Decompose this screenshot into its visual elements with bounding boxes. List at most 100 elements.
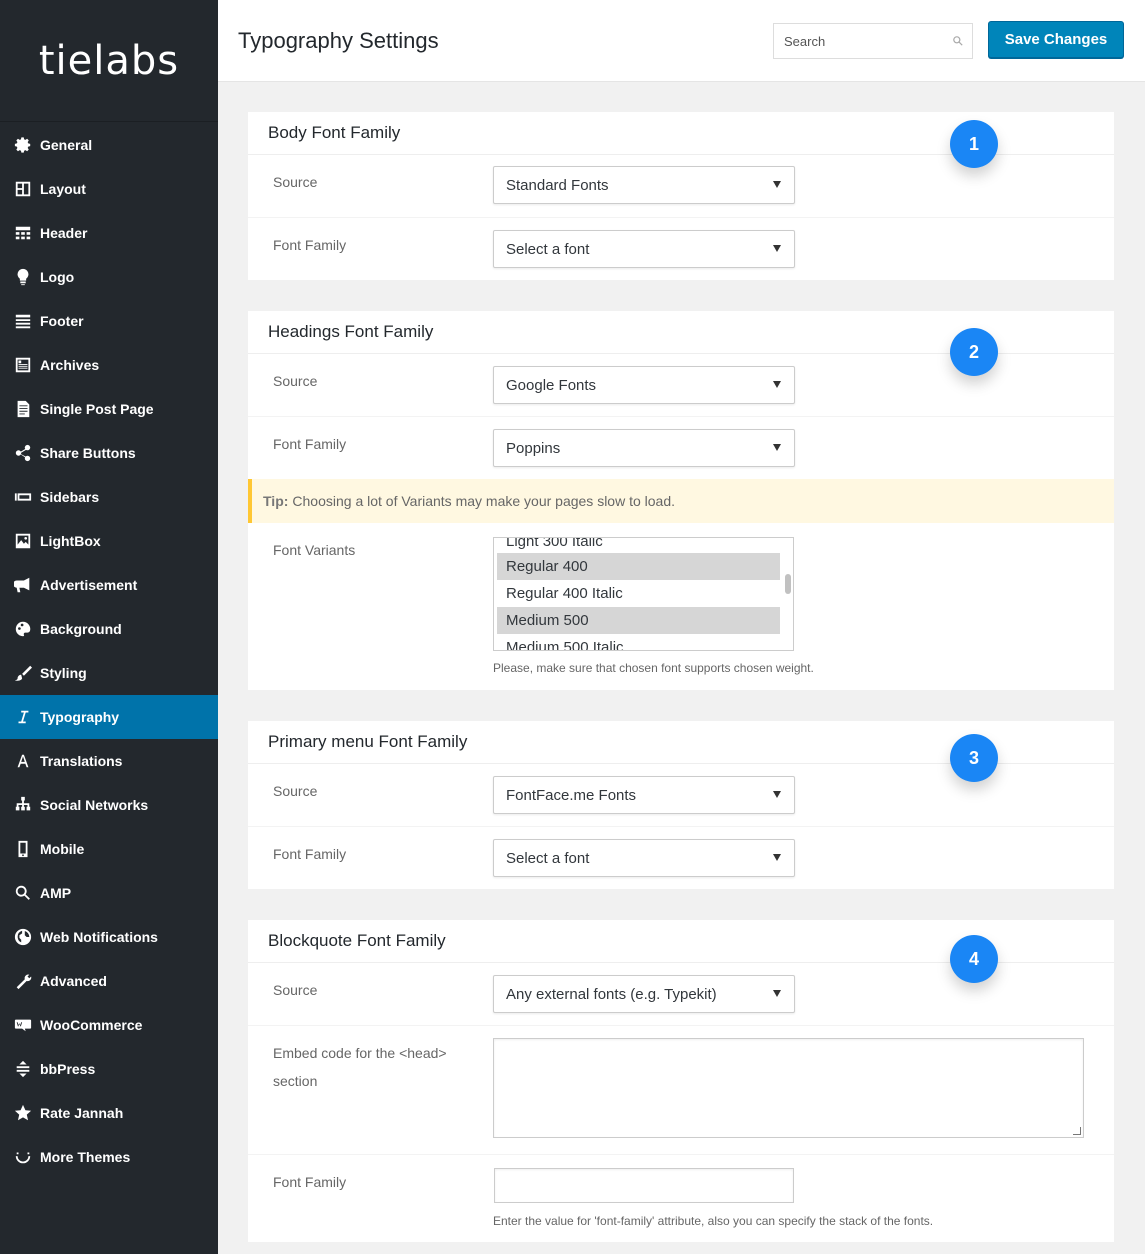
sidebar-item-label: bbPress <box>40 1061 96 1077</box>
select-value: Any external fonts (e.g. Typekit) <box>506 985 717 1003</box>
sidebar-item-sidebars[interactable]: Sidebars <box>0 475 218 519</box>
source-select[interactable]: FontFace.me Fonts <box>493 776 795 814</box>
font-family-select[interactable]: Select a font <box>493 230 795 268</box>
sidebar-item-logo[interactable]: Logo <box>0 255 218 299</box>
globe-icon <box>13 927 33 947</box>
page-title: Typography Settings <box>238 28 439 53</box>
source-label: Source <box>273 783 318 799</box>
sidebar-item-label: Typography <box>40 709 120 725</box>
sidebar-item-more-themes[interactable]: More Themes <box>0 1135 218 1179</box>
sidebar-item-archives[interactable]: Archives <box>0 343 218 387</box>
source-row: Source Google Fonts <box>248 354 1114 417</box>
font-family-select[interactable]: Poppins <box>493 429 795 467</box>
sitemap-icon <box>13 795 33 815</box>
footer-icon <box>13 311 33 331</box>
sidebar-item-label: Archives <box>40 357 100 373</box>
sidebar-item-translations[interactable]: Translations <box>0 739 218 783</box>
sidebar-item-label: Social Networks <box>40 797 149 813</box>
search-icon[interactable] <box>952 35 964 47</box>
listbox-scrollbar[interactable] <box>785 574 791 594</box>
source-label: Source <box>273 174 318 190</box>
select-value: Select a font <box>506 849 590 867</box>
sidebar-item-background[interactable]: Background <box>0 607 218 651</box>
megaphone-icon <box>13 575 33 595</box>
sidebar-item-label: Styling <box>40 665 87 681</box>
sidebar-item-web-notifications[interactable]: Web Notifications <box>0 915 218 959</box>
select-value: Standard Fonts <box>506 176 609 194</box>
source-select[interactable]: Standard Fonts <box>493 166 795 204</box>
sidebar-item-label: Advertisement <box>40 577 138 593</box>
sidebar-item-advertisement[interactable]: Advertisement <box>0 563 218 607</box>
embed-code-label-cont: section <box>273 1073 318 1089</box>
caret-down-icon <box>773 791 781 798</box>
font-family-row: Font Family Select a font <box>248 218 1114 280</box>
variants-hint: Please, make sure that chosen font suppo… <box>493 661 814 675</box>
sidebar-item-label: Header <box>40 225 88 241</box>
font-family-row: Font Family Poppins <box>248 417 1114 479</box>
source-label: Source <box>273 373 318 389</box>
smile-icon <box>13 1147 33 1167</box>
sidebar-item-general[interactable]: General <box>0 123 218 167</box>
sidebar-item-amp[interactable]: AMP <box>0 871 218 915</box>
sidebar-item-label: AMP <box>40 885 72 901</box>
sidebar-item-label: Logo <box>40 269 75 285</box>
sidebar-item-single-post-page[interactable]: Single Post Page <box>0 387 218 431</box>
source-row: Source Any external fonts (e.g. Typekit) <box>248 963 1114 1026</box>
brand-logo[interactable]: tielabs <box>0 0 218 122</box>
sidebar-item-social-networks[interactable]: Social Networks <box>0 783 218 827</box>
italic-icon <box>13 707 33 727</box>
sidebar-item-advanced[interactable]: Advanced <box>0 959 218 1003</box>
variant-option[interactable]: Regular 400 <box>497 553 780 580</box>
gear-icon <box>13 135 33 155</box>
mobile-icon <box>13 839 33 859</box>
sidebar-item-label: Translations <box>40 753 123 769</box>
variant-option[interactable]: Regular 400 Italic <box>497 580 780 607</box>
embed-code-row: Embed code for the <head> section <box>248 1026 1114 1155</box>
sidebar-item-label: Sidebars <box>40 489 100 505</box>
body-font-section: Body Font Family 1 Source Standard Fonts… <box>248 112 1114 280</box>
save-changes-button[interactable]: Save Changes <box>988 21 1124 58</box>
sidebar-item-typography[interactable]: Typography <box>0 695 218 739</box>
headings-font-section: Headings Font Family 2 Source Google Fon… <box>248 311 1114 690</box>
search-box[interactable] <box>773 23 973 59</box>
variant-option[interactable]: Medium 500 Italic <box>497 634 780 650</box>
variant-option[interactable]: Medium 500 <box>497 607 780 634</box>
wrench-icon <box>13 971 33 991</box>
select-value: Select a font <box>506 240 590 258</box>
source-row: Source Standard Fonts <box>248 155 1114 218</box>
sidebar-item-label: Background <box>40 621 122 637</box>
embed-code-label: Embed code for the <head> <box>273 1045 447 1061</box>
caret-down-icon <box>773 990 781 997</box>
source-label: Source <box>273 982 318 998</box>
sidebar-item-styling[interactable]: Styling <box>0 651 218 695</box>
sidebar-item-footer[interactable]: Footer <box>0 299 218 343</box>
font-family-label: Font Family <box>273 1174 347 1190</box>
source-select[interactable]: Google Fonts <box>493 366 795 404</box>
select-value: FontFace.me Fonts <box>506 786 637 804</box>
sidebar-item-lightbox[interactable]: LightBox <box>0 519 218 563</box>
top-bar: Typography Settings Save Changes <box>218 0 1145 82</box>
caret-down-icon <box>773 444 781 451</box>
sidebar-item-bbpress[interactable]: bbPress <box>0 1047 218 1091</box>
search-input[interactable] <box>774 24 944 58</box>
sidebar-item-mobile[interactable]: Mobile <box>0 827 218 871</box>
font-family-row: Font Family Enter the value for 'font-fa… <box>248 1155 1114 1242</box>
embed-code-textarea[interactable] <box>493 1038 1084 1138</box>
resize-handle-icon[interactable] <box>1073 1127 1081 1135</box>
sidebar-item-share-buttons[interactable]: Share Buttons <box>0 431 218 475</box>
font-family-select[interactable]: Select a font <box>493 839 795 877</box>
sidebar-item-rate-jannah[interactable]: Rate Jannah <box>0 1091 218 1135</box>
font-family-input[interactable] <box>494 1168 794 1203</box>
sidebar-item-header[interactable]: Header <box>0 211 218 255</box>
sidebar-item-label: Single Post Page <box>40 401 154 417</box>
sidebar-item-woocommerce[interactable]: WooCommerce <box>0 1003 218 1047</box>
sidebars-icon <box>13 487 33 507</box>
select-value: Google Fonts <box>506 376 597 394</box>
tip-notice: Tip: Choosing a lot of Variants may make… <box>248 479 1114 523</box>
font-variants-row: Font Variants Light 300 Italic Regular 4… <box>248 523 1114 690</box>
font-family-label: Font Family <box>273 846 347 862</box>
font-variants-listbox[interactable]: Light 300 Italic Regular 400 Regular 400… <box>493 537 794 651</box>
sidebar-item-layout[interactable]: Layout <box>0 167 218 211</box>
source-select[interactable]: Any external fonts (e.g. Typekit) <box>493 975 795 1013</box>
sidebar-item-label: Footer <box>40 313 84 329</box>
